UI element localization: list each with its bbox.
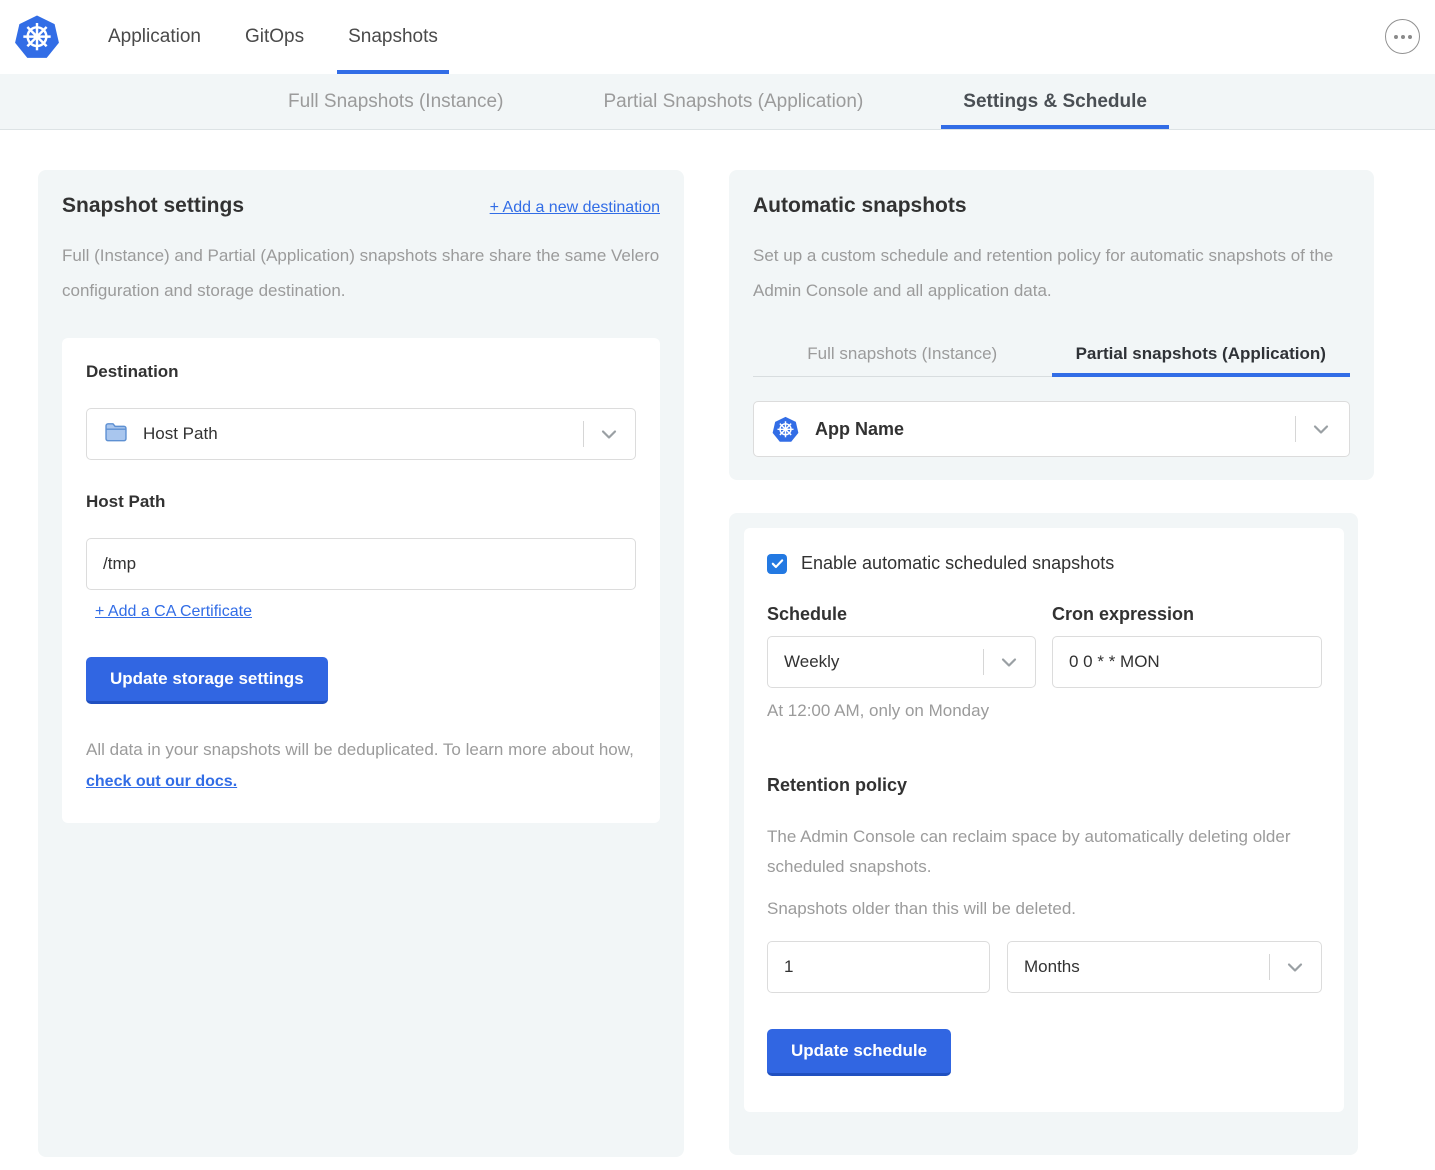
nav-item-application[interactable]: Application [97, 0, 212, 74]
dedup-note: All data in your snapshots will be dedup… [86, 734, 636, 797]
storage-settings-form: Destination Host Path Host Path + Add a … [62, 338, 660, 823]
snapshot-type-tabs: Full snapshots (Instance) Partial snapsh… [753, 344, 1350, 377]
retention-value-input[interactable] [767, 941, 990, 993]
primary-nav: Application GitOps Snapshots [97, 0, 449, 74]
ellipsis-icon [1408, 35, 1412, 39]
retention-grid: Months [767, 941, 1322, 993]
destination-select[interactable]: Host Path [86, 408, 636, 460]
retention-unit-select[interactable]: Months [1007, 941, 1322, 993]
ellipsis-icon [1394, 35, 1398, 39]
select-divider [1269, 954, 1270, 980]
select-divider [983, 649, 984, 675]
destination-label: Destination [86, 362, 636, 382]
automatic-snapshots-description: Set up a custom schedule and retention p… [753, 238, 1350, 308]
chevron-down-icon[interactable] [1309, 417, 1333, 441]
retention-policy-description: The Admin Console can reclaim space by a… [767, 822, 1322, 882]
app-kubernetes-icon [772, 416, 799, 443]
tab-full-snapshots-instance[interactable]: Full snapshots (Instance) [753, 344, 1052, 377]
ellipsis-icon [1401, 35, 1405, 39]
update-storage-settings-button[interactable]: Update storage settings [86, 657, 328, 704]
chevron-down-icon[interactable] [997, 650, 1021, 674]
chevron-down-icon[interactable] [597, 422, 621, 446]
host-path-input[interactable] [86, 538, 636, 590]
chevron-down-icon[interactable] [1283, 955, 1307, 979]
enable-snapshots-label: Enable automatic scheduled snapshots [801, 553, 1114, 574]
nav-item-snapshots[interactable]: Snapshots [337, 0, 449, 74]
overflow-menu-button[interactable] [1385, 19, 1420, 54]
right-column: Automatic snapshots Set up a custom sche… [729, 170, 1374, 1157]
schedule-interval-select[interactable]: Weekly [767, 636, 1036, 688]
select-divider [583, 421, 584, 447]
docs-link[interactable]: check out our docs. [86, 773, 237, 790]
enable-snapshots-checkbox[interactable] [767, 554, 787, 574]
cron-readable-text: At 12:00 AM, only on Monday [767, 701, 1322, 721]
tab-partial-snapshots[interactable]: Partial Snapshots (Application) [581, 74, 885, 129]
main-content: Snapshot settings + Add a new destinatio… [0, 130, 1435, 1157]
destination-value: Host Path [143, 424, 583, 444]
snapshots-subnav: Full Snapshots (Instance) Partial Snapsh… [0, 74, 1435, 130]
app-select-value: App Name [815, 419, 1295, 440]
nav-item-gitops[interactable]: GitOps [234, 0, 315, 74]
tab-partial-snapshots-application[interactable]: Partial snapshots (Application) [1052, 344, 1351, 377]
schedule-label: Schedule [767, 604, 1036, 625]
add-ca-certificate-link[interactable]: + Add a CA Certificate [95, 603, 252, 621]
select-divider [1295, 416, 1296, 442]
snapshot-settings-title: Snapshot settings [62, 194, 244, 218]
automatic-snapshots-card: Automatic snapshots Set up a custom sche… [729, 170, 1374, 480]
snapshot-settings-description: Full (Instance) and Partial (Application… [62, 238, 660, 308]
cron-expression-label: Cron expression [1052, 604, 1322, 625]
add-new-destination-link[interactable]: + Add a new destination [490, 199, 660, 217]
update-schedule-button[interactable]: Update schedule [767, 1029, 951, 1076]
schedule-settings-card: Enable automatic scheduled snapshots Sch… [729, 513, 1358, 1155]
kubernetes-logo [14, 0, 60, 74]
retention-hint: Snapshots older than this will be delete… [767, 899, 1322, 919]
enable-snapshots-row[interactable]: Enable automatic scheduled snapshots [767, 553, 1322, 574]
automatic-snapshots-title: Automatic snapshots [753, 194, 1350, 218]
snapshot-settings-card: Snapshot settings + Add a new destinatio… [38, 170, 684, 1157]
schedule-interval-value: Weekly [784, 652, 983, 672]
host-path-label: Host Path [86, 492, 636, 512]
retention-unit-value: Months [1024, 957, 1269, 977]
cron-expression-input[interactable] [1052, 636, 1322, 688]
dedup-note-text: All data in your snapshots will be dedup… [86, 740, 634, 759]
schedule-form: Enable automatic scheduled snapshots Sch… [744, 528, 1344, 1112]
top-nav: Application GitOps Snapshots [0, 0, 1435, 74]
folder-icon [103, 419, 129, 450]
retention-policy-title: Retention policy [767, 775, 1322, 796]
tab-settings-schedule[interactable]: Settings & Schedule [941, 74, 1169, 129]
tab-full-snapshots[interactable]: Full Snapshots (Instance) [266, 74, 525, 129]
schedule-cron-grid: Schedule Cron expression Weekly [767, 604, 1322, 688]
app-select[interactable]: App Name [753, 401, 1350, 457]
